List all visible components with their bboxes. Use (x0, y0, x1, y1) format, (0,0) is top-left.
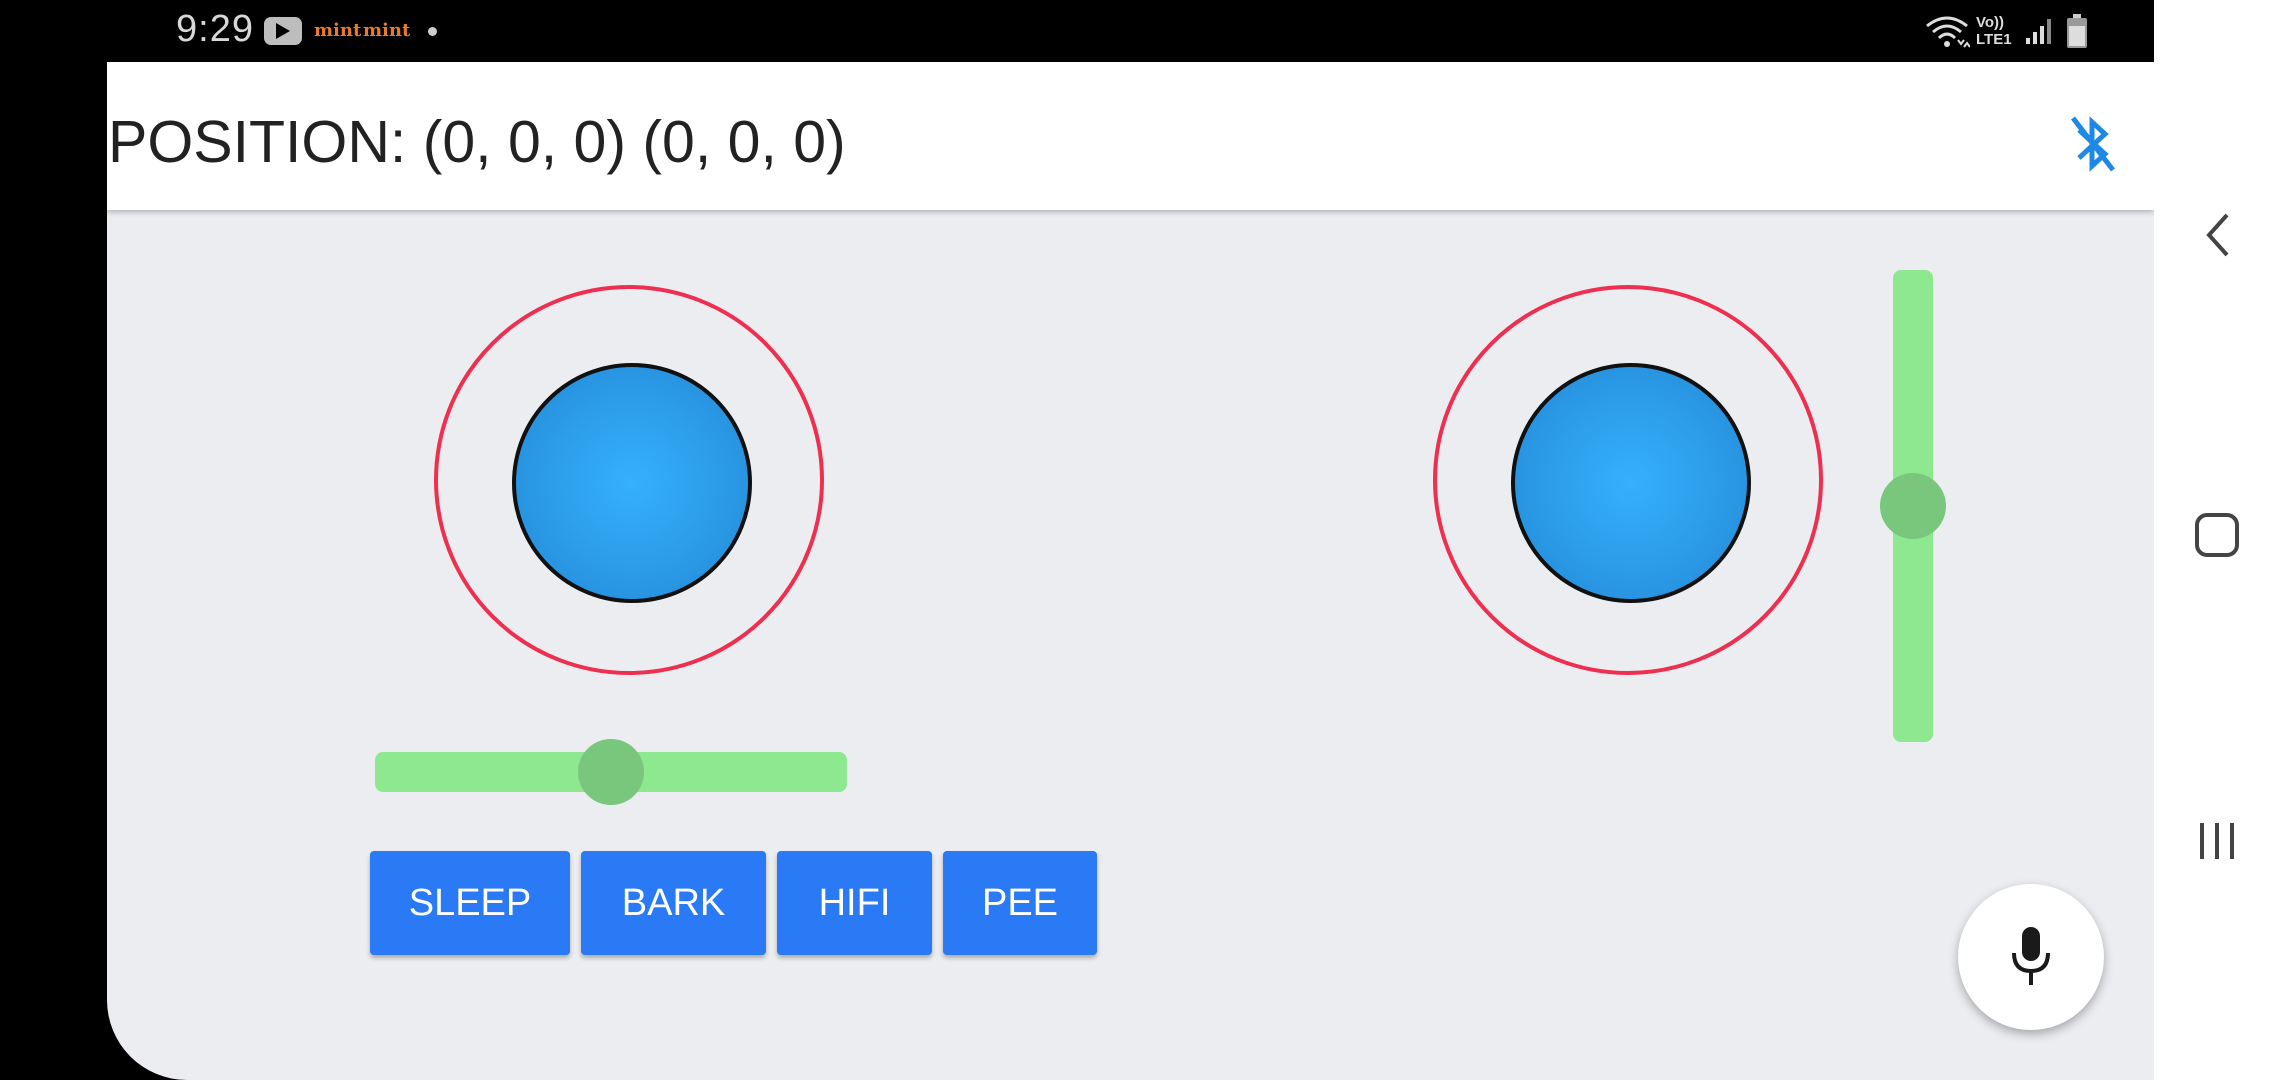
recents-icon (2200, 823, 2234, 859)
bluetooth-disabled-icon[interactable] (2067, 114, 2119, 179)
app-bar: POSITION: (0, 0, 0) (0, 0, 0) (107, 62, 2154, 210)
navigation-bar (2154, 0, 2280, 1080)
status-bar: 9:29 mint mint Vo)) LTE1 (0, 0, 2154, 62)
hifi-button[interactable]: HIFI (777, 851, 932, 955)
app-content: POSITION: (0, 0, 0) (0, 0, 0) SLEEP BARK… (107, 62, 2154, 1080)
system-icons: Vo)) LTE1 (1924, 12, 2094, 52)
horizontal-slider-thumb[interactable] (578, 739, 644, 805)
sleep-button[interactable]: SLEEP (370, 851, 570, 955)
microphone-icon (2012, 927, 2050, 985)
position-readout: POSITION: (0, 0, 0) (0, 0, 0) (108, 109, 846, 175)
status-time: 9:29 (176, 8, 254, 50)
network-type-label: Vo)) LTE1 (1976, 14, 2012, 48)
back-icon (2206, 213, 2229, 257)
wifi-icon (1926, 16, 1970, 48)
notification-app-label: mint (363, 20, 411, 41)
home-icon (2195, 513, 2239, 557)
right-joystick-knob[interactable] (1511, 363, 1751, 603)
battery-icon (2067, 14, 2087, 48)
pee-button[interactable]: PEE (943, 851, 1097, 955)
back-button[interactable] (2154, 205, 2280, 265)
more-notifications-dot-icon (428, 27, 437, 36)
bark-button[interactable]: BARK (581, 851, 766, 955)
home-button[interactable] (2154, 510, 2280, 560)
youtube-icon (264, 17, 302, 45)
signal-icon (2026, 19, 2051, 44)
vertical-slider-thumb[interactable] (1880, 473, 1946, 539)
recents-button[interactable] (2154, 815, 2280, 865)
voice-command-button[interactable] (1958, 884, 2104, 1030)
notification-app-label: mint (314, 20, 362, 41)
left-joystick-knob[interactable] (512, 363, 752, 603)
